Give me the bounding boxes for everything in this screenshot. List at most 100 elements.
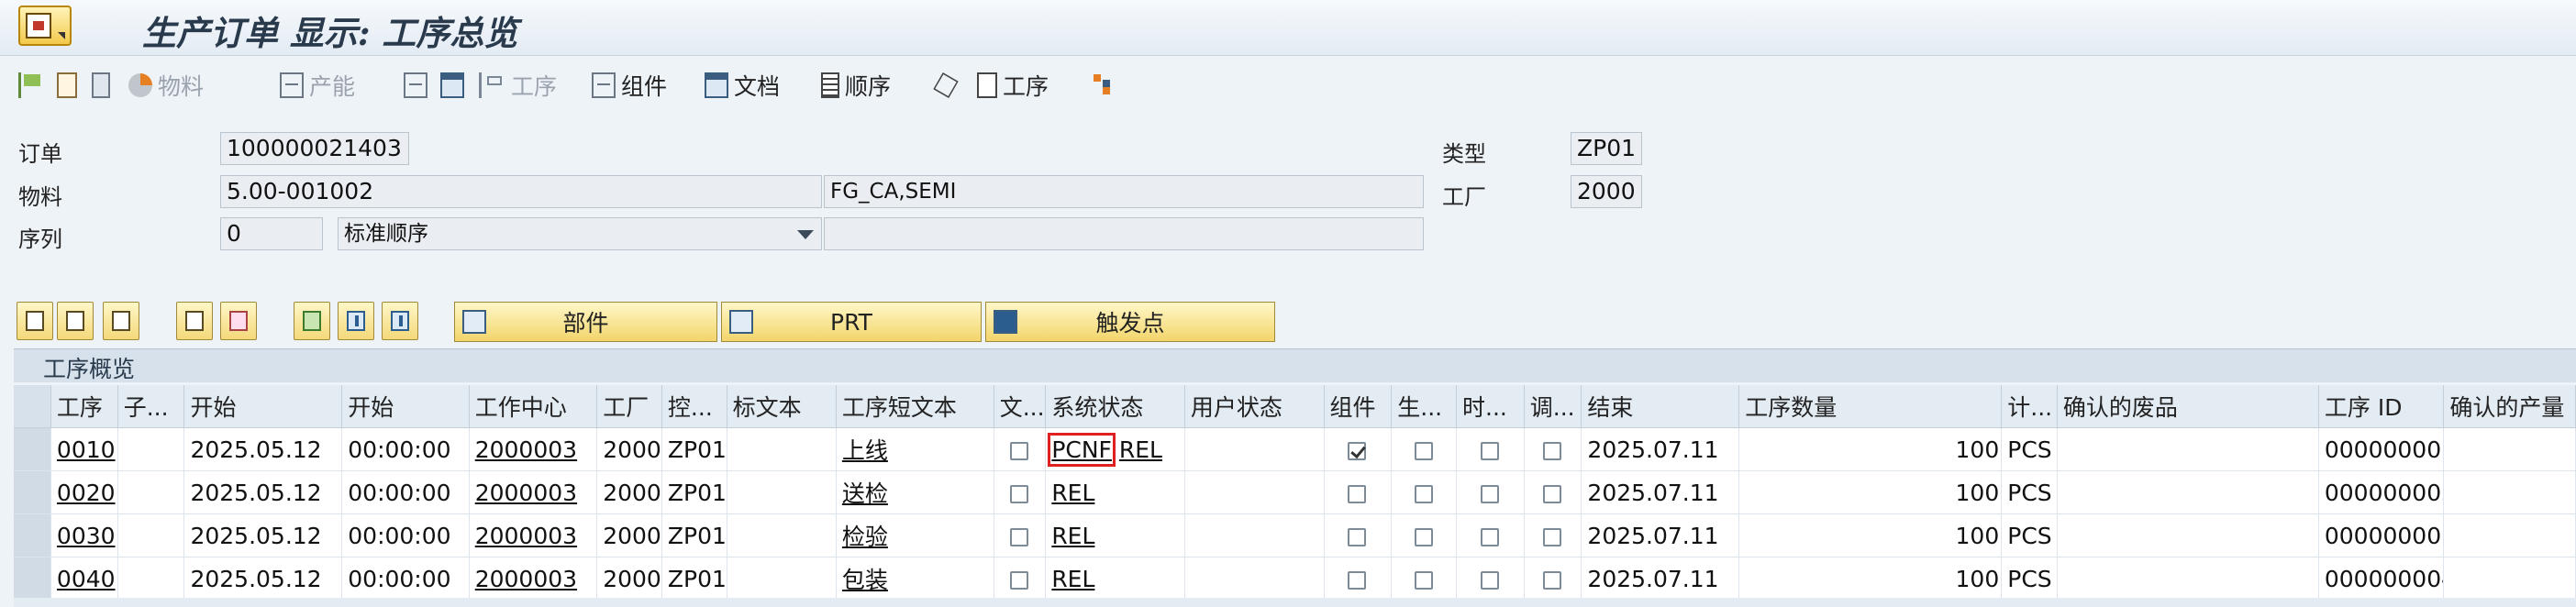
- cell-operation-text[interactable]: 0030: [57, 523, 116, 549]
- cell-operation[interactable]: 0010: [50, 427, 118, 471]
- col-confirmed-scrap[interactable]: 确认的废品: [2057, 385, 2319, 428]
- info-button[interactable]: [338, 302, 374, 340]
- system-status-primary[interactable]: REL: [1051, 523, 1094, 549]
- table-row[interactable]: 0040 2025.05.12 00:00:00 2000003 2000 ZP01 包装 R…: [14, 557, 2576, 601]
- sap-menu-button[interactable]: [18, 6, 72, 46]
- row-selector[interactable]: [14, 470, 51, 514]
- cell-time-checkbox[interactable]: [1480, 441, 1499, 460]
- cell-component-checkbox[interactable]: [1348, 570, 1367, 590]
- cell-operation[interactable]: 0040: [50, 557, 118, 601]
- cell-operation-text[interactable]: 0040: [57, 566, 116, 592]
- cell-long-text-checkbox[interactable]: [1010, 484, 1029, 503]
- col-short-text[interactable]: 工序短文本: [836, 385, 994, 428]
- row-selector-header[interactable]: [14, 385, 51, 428]
- cell-work-center[interactable]: 2000003: [469, 427, 598, 471]
- cell-production-checkbox[interactable]: [1414, 441, 1433, 460]
- cell-production-checkbox[interactable]: [1414, 484, 1433, 503]
- sequence-description-field[interactable]: [824, 217, 1424, 250]
- col-time[interactable]: 时...: [1456, 385, 1525, 428]
- cell-operation-text[interactable]: 0010: [57, 436, 116, 463]
- system-status-primary[interactable]: REL: [1051, 566, 1094, 592]
- col-confirmed-yield[interactable]: 确认的产量: [2443, 385, 2576, 428]
- insert-row-button[interactable]: [176, 302, 213, 340]
- cell-production-checkbox[interactable]: [1414, 527, 1433, 546]
- cell-short-text-text[interactable]: 检验: [842, 524, 888, 550]
- cell-short-text-text[interactable]: 上线: [842, 437, 888, 464]
- cell-work-center-text[interactable]: 2000003: [475, 566, 577, 592]
- cell-time-checkbox[interactable]: [1480, 484, 1499, 503]
- table-row[interactable]: 0020 2025.05.12 00:00:00 2000003 2000 ZP01 送检 R…: [14, 470, 2576, 514]
- col-end-date[interactable]: 结束: [1581, 385, 1740, 428]
- cell-setup-checkbox[interactable]: [1543, 441, 1562, 460]
- cell-component-checkbox[interactable]: [1348, 484, 1367, 503]
- cell-production-checkbox[interactable]: [1414, 570, 1433, 590]
- workcenter-button[interactable]: [440, 68, 470, 103]
- table-row[interactable]: 0030 2025.05.12 00:00:00 2000003 2000 ZP01 检验 R…: [14, 513, 2576, 557]
- cell-time-checkbox[interactable]: [1480, 527, 1499, 546]
- sequence-button[interactable]: 顺序: [821, 68, 891, 103]
- col-production[interactable]: 生...: [1391, 385, 1457, 428]
- cell-operation-text[interactable]: 0020: [57, 480, 116, 506]
- compare-button[interactable]: [103, 302, 139, 340]
- table-horizontal-scrollbar[interactable]: [14, 598, 2576, 607]
- col-start-time[interactable]: 开始: [341, 385, 470, 428]
- col-user-status[interactable]: 用户状态: [1184, 385, 1325, 428]
- prt-button[interactable]: PRT: [721, 302, 982, 342]
- cube-button[interactable]: [933, 68, 963, 103]
- edit-button[interactable]: [382, 302, 418, 340]
- plant-field[interactable]: 2000: [1571, 175, 1642, 208]
- col-plant[interactable]: 工厂: [596, 385, 662, 428]
- row-selector[interactable]: [14, 557, 51, 601]
- cell-work-center[interactable]: 2000003: [469, 557, 598, 601]
- col-operation-id[interactable]: 工序 ID: [2318, 385, 2445, 428]
- parts-button[interactable]: 部件: [454, 302, 717, 342]
- operation-disabled-button[interactable]: 工序: [479, 68, 557, 103]
- col-start-date[interactable]: 开始: [183, 385, 343, 428]
- cell-work-center-text[interactable]: 2000003: [475, 480, 577, 506]
- hierarchy-button[interactable]: [404, 68, 433, 103]
- material-button[interactable]: 物料: [128, 68, 204, 103]
- select-all-button[interactable]: [17, 302, 53, 340]
- cell-component-checkbox[interactable]: [1348, 527, 1367, 546]
- cell-work-center-text[interactable]: 2000003: [475, 523, 577, 549]
- row-selector[interactable]: [14, 513, 51, 557]
- system-status-secondary[interactable]: REL: [1119, 436, 1162, 463]
- col-operation[interactable]: 工序: [50, 385, 118, 428]
- cell-setup-checkbox[interactable]: [1543, 484, 1562, 503]
- col-unit[interactable]: 计...: [2001, 385, 2058, 428]
- flag-status-button[interactable]: [294, 302, 330, 340]
- type-field[interactable]: ZP01: [1571, 132, 1642, 165]
- cell-short-text[interactable]: 包装: [836, 557, 994, 601]
- cell-short-text-text[interactable]: 包装: [842, 567, 888, 593]
- sequence-field[interactable]: 0: [220, 217, 323, 250]
- components-button[interactable]: 组件: [592, 68, 667, 103]
- col-component[interactable]: 组件: [1324, 385, 1393, 428]
- cell-component-checkbox[interactable]: [1348, 441, 1367, 460]
- cell-work-center-text[interactable]: 2000003: [475, 436, 577, 463]
- cell-short-text[interactable]: 送检: [836, 470, 994, 514]
- order-field[interactable]: 100000021403: [220, 132, 409, 165]
- col-sub-operation[interactable]: 子...: [117, 385, 185, 428]
- col-control-key[interactable]: 控...: [661, 385, 727, 428]
- trigger-point-button[interactable]: 触发点: [985, 302, 1275, 342]
- cell-setup-checkbox[interactable]: [1543, 527, 1562, 546]
- cell-operation[interactable]: 0030: [50, 513, 118, 557]
- system-status-primary[interactable]: REL: [1051, 480, 1094, 506]
- cell-short-text[interactable]: 检验: [836, 513, 994, 557]
- documents-button[interactable]: 文档: [705, 68, 780, 103]
- table-row[interactable]: 0010 2025.05.12 00:00:00 2000003 2000 ZP01 上线 P…: [14, 427, 2576, 471]
- col-standard-text[interactable]: 标文本: [727, 385, 837, 428]
- col-work-center[interactable]: 工作中心: [469, 385, 598, 428]
- col-setup[interactable]: 调...: [1524, 385, 1582, 428]
- flag-button[interactable]: [18, 68, 50, 103]
- capacity-button[interactable]: 产能: [280, 68, 355, 103]
- row-selector[interactable]: [14, 427, 51, 471]
- chevron-down-icon[interactable]: [797, 230, 814, 239]
- structure-button[interactable]: [1092, 68, 1117, 103]
- delete-row-button[interactable]: [220, 302, 257, 340]
- col-operation-quantity[interactable]: 工序数量: [1738, 385, 2003, 428]
- cell-work-center[interactable]: 2000003: [469, 470, 598, 514]
- calculator-button[interactable]: [92, 68, 116, 103]
- material-description-field[interactable]: FG_CA,SEMI: [824, 175, 1424, 208]
- col-long-text[interactable]: 文...: [994, 385, 1047, 428]
